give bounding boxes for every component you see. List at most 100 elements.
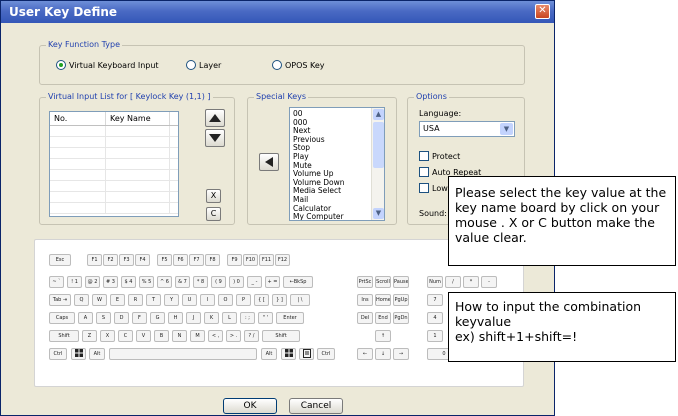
table-row[interactable] bbox=[50, 170, 178, 181]
arrow-up-key[interactable]: ↑ bbox=[375, 330, 391, 342]
key-row4[interactable]: " ' bbox=[258, 312, 273, 324]
close-button[interactable]: ✕ bbox=[535, 4, 550, 19]
key-row4[interactable]: G bbox=[150, 312, 165, 324]
key-numpad[interactable]: Num bbox=[427, 276, 443, 288]
radio-virtual-keyboard-input[interactable]: Virtual Keyboard Input bbox=[56, 60, 159, 70]
key-f6[interactable]: F6 bbox=[173, 254, 188, 266]
key-row3[interactable]: Tab ⇥ bbox=[49, 294, 71, 306]
key-nav[interactable]: Pause bbox=[393, 276, 409, 288]
key-row2[interactable]: + = bbox=[265, 276, 280, 288]
key-row6[interactable] bbox=[109, 348, 257, 360]
table-row[interactable] bbox=[50, 126, 178, 137]
key-row2[interactable]: @ 2 bbox=[85, 276, 100, 288]
key-row2[interactable]: ! 1 bbox=[67, 276, 82, 288]
key-row4[interactable]: K bbox=[204, 312, 219, 324]
key-nav[interactable]: PgUp bbox=[393, 294, 409, 306]
key-row2[interactable]: _ - bbox=[247, 276, 262, 288]
key-row2[interactable]: & 7 bbox=[175, 276, 190, 288]
key-row4[interactable]: F bbox=[132, 312, 147, 324]
table-row[interactable] bbox=[50, 192, 178, 203]
key-row4[interactable]: Caps bbox=[49, 312, 75, 324]
key-row3[interactable]: { [ bbox=[254, 294, 269, 306]
key-row5[interactable]: V bbox=[136, 330, 151, 342]
key-numpad[interactable]: 1 bbox=[427, 330, 443, 342]
key-row6[interactable]: Ctrl bbox=[317, 348, 335, 360]
key-row4[interactable]: Enter bbox=[276, 312, 304, 324]
radio-layer[interactable]: Layer bbox=[186, 60, 221, 70]
key-row5[interactable]: ? / bbox=[244, 330, 259, 342]
key-row6[interactable]: Ctrl bbox=[49, 348, 67, 360]
table-row[interactable] bbox=[50, 181, 178, 192]
key-row5[interactable]: Shift bbox=[49, 330, 79, 342]
key-numpad[interactable]: 7 bbox=[427, 294, 443, 306]
key-f4[interactable]: F4 bbox=[135, 254, 150, 266]
scroll-down-icon[interactable]: ▼ bbox=[373, 208, 384, 219]
key-row2[interactable]: * 8 bbox=[193, 276, 208, 288]
key-f9[interactable]: F9 bbox=[227, 254, 242, 266]
key-row5[interactable]: M bbox=[190, 330, 205, 342]
key-row3[interactable]: Q bbox=[74, 294, 89, 306]
move-up-button[interactable] bbox=[205, 109, 225, 127]
key-row3[interactable]: | \ bbox=[290, 294, 310, 306]
key-row6[interactable] bbox=[71, 348, 86, 360]
arrow-down-key[interactable]: ↓ bbox=[375, 348, 391, 360]
key-row4[interactable]: H bbox=[168, 312, 183, 324]
listbox-scrollbar[interactable]: ▲ ▼ bbox=[371, 108, 384, 220]
key-row3[interactable]: P bbox=[236, 294, 251, 306]
key-row3[interactable]: U bbox=[182, 294, 197, 306]
add-key-button[interactable] bbox=[259, 153, 279, 171]
key-f5[interactable]: F5 bbox=[157, 254, 172, 266]
special-keys-listbox[interactable]: 00 000 Next Previous Stop Play Mute Volume Up Vo… bbox=[289, 107, 385, 221]
key-row3[interactable]: Y bbox=[164, 294, 179, 306]
key-numpad[interactable]: / bbox=[445, 276, 461, 288]
key-f12[interactable]: F12 bbox=[275, 254, 290, 266]
cancel-button[interactable]: Cancel bbox=[289, 398, 343, 414]
key-nav[interactable]: Ins bbox=[357, 294, 373, 306]
table-row[interactable] bbox=[50, 159, 178, 170]
key-row3[interactable]: I bbox=[200, 294, 215, 306]
virtual-input-table[interactable]: No. Key Name bbox=[49, 111, 179, 217]
key-row2[interactable]: ( 9 bbox=[211, 276, 226, 288]
key-nav[interactable]: Del bbox=[357, 312, 373, 324]
key-row4[interactable]: L bbox=[222, 312, 237, 324]
key-f11[interactable]: F11 bbox=[259, 254, 274, 266]
key-row2[interactable]: ) 0 bbox=[229, 276, 244, 288]
key-f7[interactable]: F7 bbox=[189, 254, 204, 266]
key-row6[interactable]: Alt bbox=[261, 348, 277, 360]
key-row4[interactable]: J bbox=[186, 312, 201, 324]
chevron-down-icon[interactable]: ▼ bbox=[500, 123, 513, 135]
clear-x-button[interactable]: X bbox=[206, 189, 221, 203]
key-row6[interactable] bbox=[281, 348, 296, 360]
key-f2[interactable]: F2 bbox=[103, 254, 118, 266]
key-row5[interactable]: X bbox=[100, 330, 115, 342]
key-numpad[interactable]: 4 bbox=[427, 312, 443, 324]
key-row6[interactable] bbox=[299, 348, 314, 360]
language-select[interactable]: USA ▼ bbox=[419, 121, 515, 137]
key-f3[interactable]: F3 bbox=[119, 254, 134, 266]
key-row5[interactable]: < , bbox=[208, 330, 223, 342]
key-nav[interactable]: PrtSc bbox=[357, 276, 373, 288]
key-row3[interactable]: R bbox=[128, 294, 143, 306]
key-row2[interactable]: $ 4 bbox=[121, 276, 136, 288]
arrow-left-key[interactable]: ← bbox=[357, 348, 373, 360]
key-row3[interactable]: W bbox=[92, 294, 107, 306]
key-row4[interactable]: D bbox=[114, 312, 129, 324]
key-row5[interactable]: N bbox=[172, 330, 187, 342]
key-row3[interactable]: } ] bbox=[272, 294, 287, 306]
clear-c-button[interactable]: C bbox=[206, 207, 221, 221]
key-row4[interactable]: A bbox=[78, 312, 93, 324]
key-row6[interactable]: Alt bbox=[89, 348, 105, 360]
arrow-right-key[interactable]: → bbox=[393, 348, 409, 360]
key-row2[interactable]: ^ 6 bbox=[157, 276, 172, 288]
key-row3[interactable]: E bbox=[110, 294, 125, 306]
key-row2[interactable]: % 5 bbox=[139, 276, 154, 288]
key-numpad[interactable]: - bbox=[481, 276, 497, 288]
scroll-thumb[interactable] bbox=[373, 122, 384, 168]
key-row5[interactable]: Z bbox=[82, 330, 97, 342]
key-row5[interactable]: C bbox=[118, 330, 133, 342]
key-f8[interactable]: F8 bbox=[205, 254, 220, 266]
move-down-button[interactable] bbox=[205, 129, 225, 147]
key-f1[interactable]: F1 bbox=[87, 254, 102, 266]
special-key-item[interactable]: My Computer bbox=[290, 213, 384, 220]
ok-button[interactable]: OK bbox=[223, 398, 277, 414]
